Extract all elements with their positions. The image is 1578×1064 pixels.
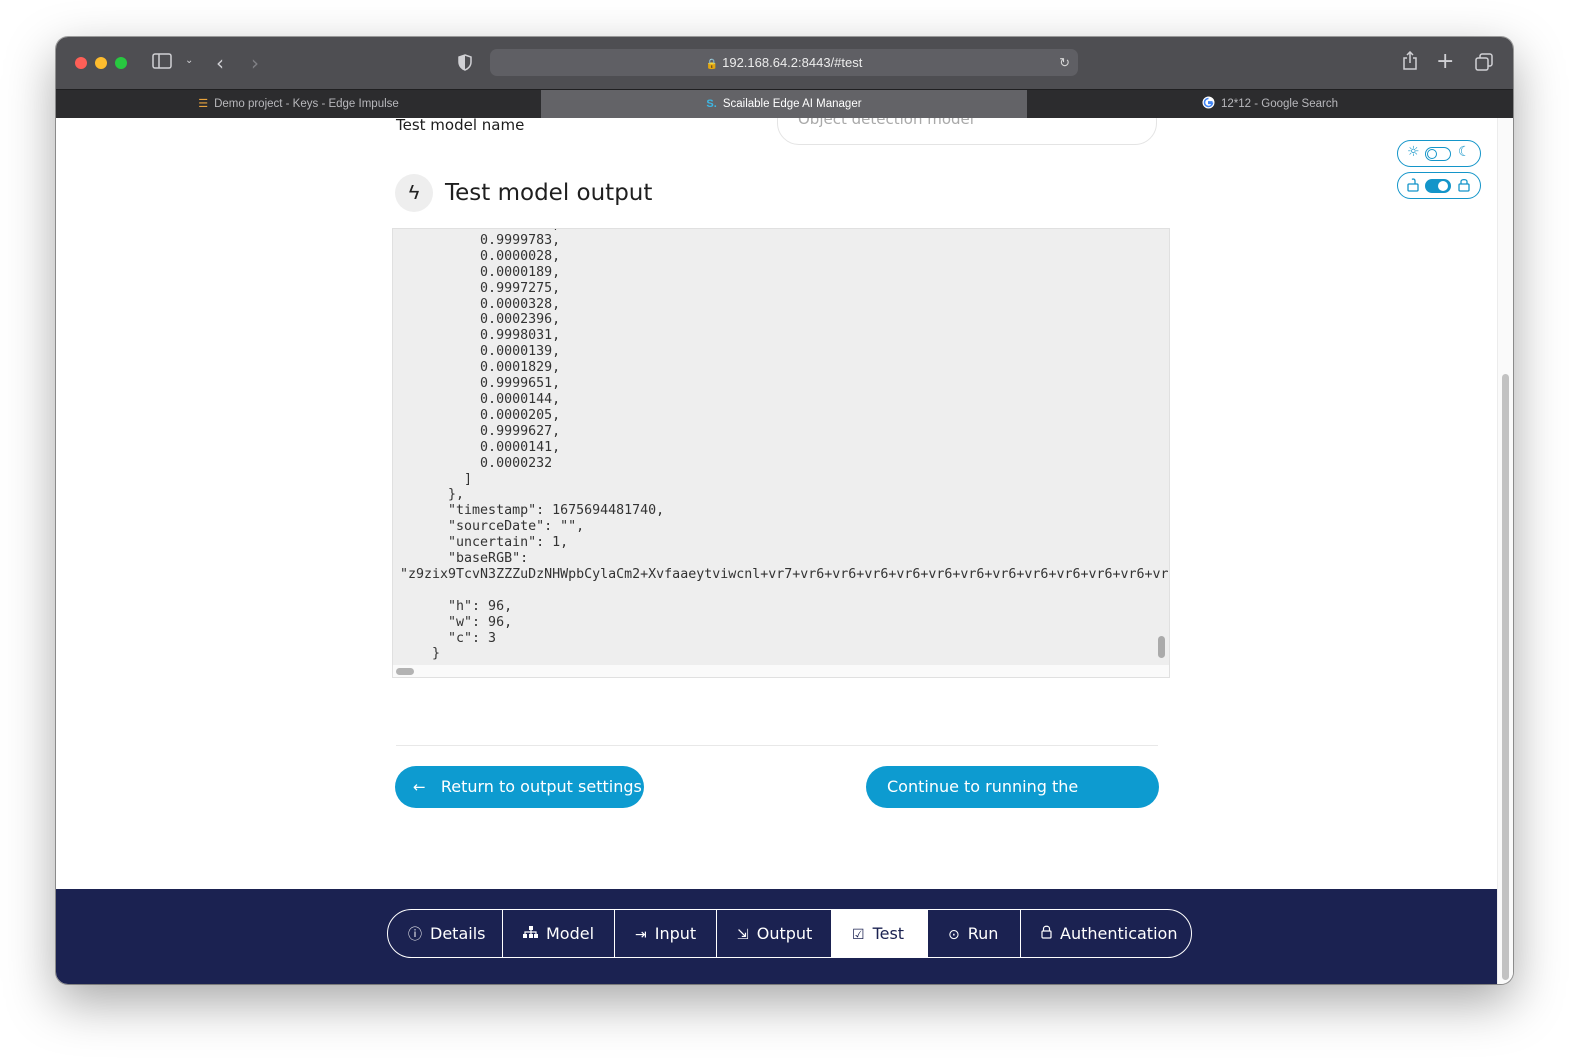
nav-label: Run [967, 924, 999, 943]
model-output-box[interactable]: 0.0000248, 0.9999783, 0.0000028, 0.00001… [392, 228, 1170, 678]
nav-label: Test [872, 924, 905, 943]
unlock-icon [1407, 178, 1419, 195]
tab-label: Scailable Edge AI Manager [722, 98, 862, 110]
page-scrollbar[interactable] [1502, 374, 1509, 980]
forward-arrow-icon[interactable]: › [251, 51, 259, 75]
sidebar-toggle-icon[interactable] [152, 53, 172, 73]
info-icon: ⓘ [408, 927, 422, 943]
nav-test[interactable]: ☑ Test [832, 910, 928, 957]
tab-bar: ☰ Demo project - Keys - Edge Impulse S. Sc… [56, 89, 1513, 119]
section-title: Test model output [445, 180, 653, 206]
close-window-button[interactable] [75, 57, 87, 69]
nav-output[interactable]: ⇲ Output [717, 910, 832, 957]
checklist-icon: ☑ [852, 927, 865, 943]
model-output-text: 0.0000248, 0.9999783, 0.0000028, 0.00001… [400, 229, 1170, 662]
lock-icon [1041, 912, 1052, 957]
tab-google-search[interactable]: 12*12 - Google Search [1027, 90, 1513, 119]
theme-switch[interactable] [1425, 147, 1451, 161]
theme-toggle[interactable]: ☼ ☾ [1397, 140, 1481, 167]
tab-label: 12*12 - Google Search [1221, 98, 1338, 110]
chevron-down-icon[interactable]: ⌄ [185, 55, 193, 66]
nav-label: Input [654, 924, 697, 943]
nav-details[interactable]: ⓘ Details [388, 910, 503, 957]
arrow-right-icon: → [952, 820, 965, 838]
nav-authentication[interactable]: Authentication [1021, 910, 1191, 957]
output-horizontal-scrollbar[interactable] [396, 668, 414, 675]
lock-icon [1458, 178, 1470, 195]
nav-model[interactable]: Model [503, 910, 615, 957]
hierarchy-icon [523, 912, 538, 957]
browser-window: ⌄ ‹ › 🔒 192.168.64.2:8443/#test ↻ + ☰ Demo… [56, 37, 1513, 984]
nav-label: Details [430, 924, 486, 943]
tab-scailable[interactable]: S. Scailable Edge AI Manager [541, 90, 1027, 119]
url-text: 192.168.64.2:8443/#test [722, 55, 863, 70]
tab-label: Demo project - Keys - Edge Impulse [214, 98, 399, 110]
edge-impulse-icon: ☰ [198, 98, 209, 110]
button-label: Continue to running the model [887, 777, 1079, 838]
reload-icon[interactable]: ↻ [1059, 49, 1070, 76]
maximize-window-button[interactable] [115, 57, 127, 69]
lock-toggle[interactable] [1397, 172, 1481, 199]
nav-run[interactable]: ⊙ Run [928, 910, 1021, 957]
arrow-left-icon: ← [413, 778, 426, 796]
return-to-output-settings-button[interactable]: ← Return to output settings [395, 766, 644, 808]
lightning-icon: ϟ [395, 174, 433, 212]
address-bar[interactable]: 🔒 192.168.64.2:8443/#test ↻ [490, 49, 1078, 76]
lock-icon: 🔒 [705, 59, 719, 70]
share-icon[interactable] [1402, 50, 1418, 75]
button-label: Return to output settings [440, 777, 642, 796]
step-navigation: ⓘ Details Model ⇥ Input ⇲ Output ☑ Test [387, 909, 1192, 958]
model-name-input[interactable]: Object detection model [777, 118, 1157, 145]
back-arrow-icon[interactable]: ‹ [216, 51, 224, 75]
moon-icon: ☾ [1458, 144, 1471, 160]
minimize-window-button[interactable] [95, 57, 107, 69]
google-icon [1202, 90, 1215, 119]
sign-in-icon: ⇥ [635, 927, 647, 943]
nav-label: Model [546, 924, 595, 943]
title-bar: ⌄ ‹ › 🔒 192.168.64.2:8443/#test ↻ + [56, 37, 1513, 89]
privacy-shield-icon[interactable] [458, 54, 472, 75]
page-content: Test model name Object detection model ☼… [56, 118, 1498, 984]
nav-label: Authentication [1060, 924, 1178, 943]
divider [396, 745, 1158, 746]
lock-switch[interactable] [1425, 179, 1451, 193]
output-horizontal-scrollbar-track [393, 665, 1169, 677]
tab-overview-icon[interactable] [1475, 53, 1493, 75]
footer: ⓘ Details Model ⇥ Input ⇲ Output ☑ Test [56, 889, 1498, 984]
new-tab-icon[interactable]: + [1436, 49, 1454, 74]
model-name-label: Test model name [396, 118, 525, 134]
output-vertical-scrollbar[interactable] [1158, 636, 1165, 658]
sign-out-icon: ⇲ [737, 927, 749, 943]
nav-label: Output [756, 924, 813, 943]
play-circle-icon: ⊙ [948, 927, 960, 943]
sun-icon: ☼ [1407, 144, 1420, 160]
continue-to-running-button[interactable]: Continue to running the model → [866, 766, 1159, 838]
tab-demo-project[interactable]: ☰ Demo project - Keys - Edge Impulse [56, 90, 541, 119]
scailable-icon: S. [706, 98, 717, 110]
nav-input[interactable]: ⇥ Input [615, 910, 717, 957]
